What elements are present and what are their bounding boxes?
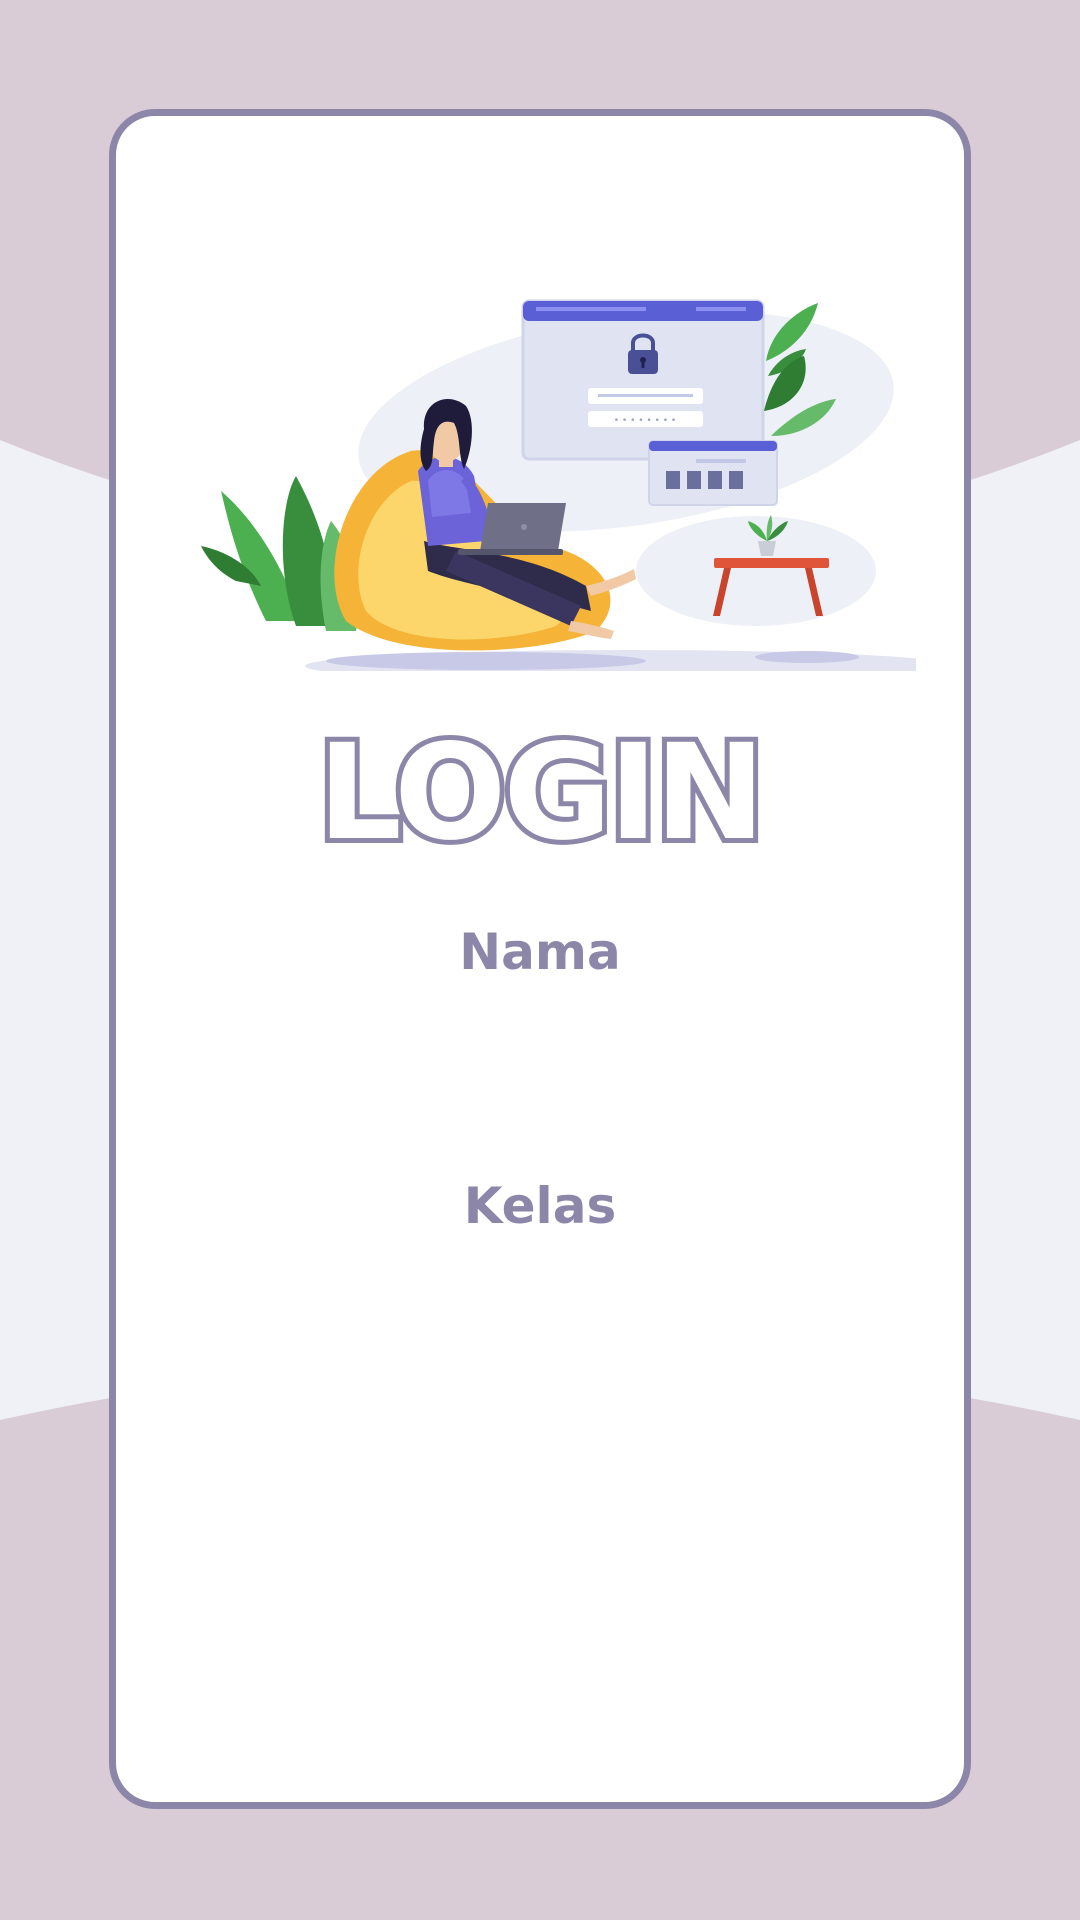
login-title: LOGIN [313,713,771,873]
kelas-label: Kelas [463,1177,617,1235]
nama-label: Nama [459,923,621,981]
svg-text:• • • • • • • •: • • • • • • • • [614,416,677,426]
woman-laptop-login-illustration: • • • • • • • • [201,299,916,671]
login-card: • • • • • • • • LOGIN Nama Kelas [109,109,971,1809]
nama-input[interactable] [276,996,808,1078]
kelas-input[interactable] [276,1250,808,1332]
